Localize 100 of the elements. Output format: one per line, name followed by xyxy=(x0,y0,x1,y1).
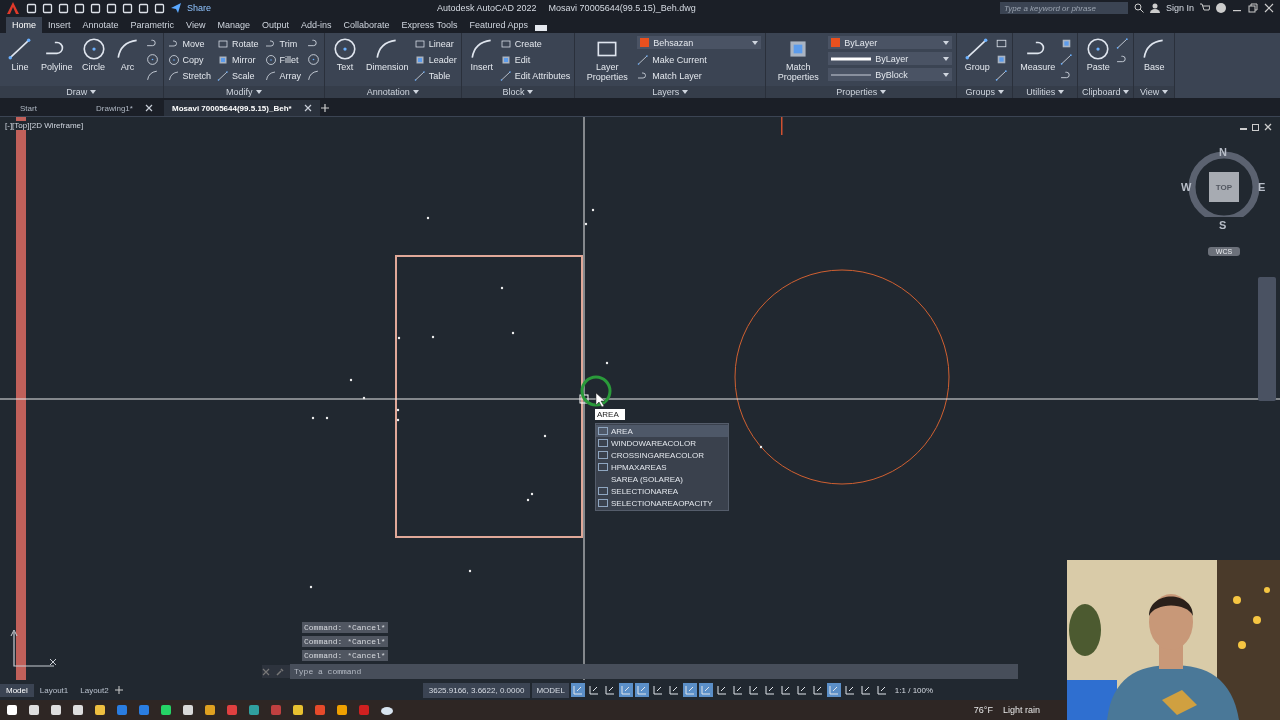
app-logo-icon[interactable] xyxy=(6,2,20,14)
taskbar-app-icon[interactable] xyxy=(72,704,84,716)
tool-button[interactable]: Fillet xyxy=(264,52,302,67)
close-icon[interactable] xyxy=(1264,3,1274,13)
status-toggle-button[interactable] xyxy=(618,683,633,697)
status-toggle-button[interactable] xyxy=(858,683,873,697)
status-toggle-button[interactable] xyxy=(842,683,857,697)
ribbon-tab[interactable]: Manage xyxy=(211,17,256,33)
panel-toggle-icon[interactable] xyxy=(533,23,548,33)
layout-tab[interactable]: Layout2 xyxy=(74,683,115,697)
ribbon-tab[interactable]: Output xyxy=(255,17,295,33)
autocomplete-item[interactable]: HPMAXAREAS xyxy=(596,461,728,473)
status-toggle-button[interactable] xyxy=(810,683,825,697)
taskbar-app-icon[interactable] xyxy=(204,704,216,716)
restore-icon[interactable] xyxy=(1252,123,1260,131)
status-toggle-button[interactable] xyxy=(874,683,889,697)
panel-title[interactable]: Block xyxy=(502,87,525,97)
ribbon-tab[interactable]: Add-ins xyxy=(295,17,338,33)
taskbar-app-icon[interactable] xyxy=(28,704,40,716)
compass-west[interactable]: W xyxy=(1181,181,1192,193)
tool-button[interactable]: Make Current xyxy=(637,52,762,67)
autocomplete-item[interactable]: AREA xyxy=(596,425,728,437)
ribbon-tab[interactable]: Home xyxy=(6,17,42,33)
annotation-scale[interactable]: 1:1 / 100% xyxy=(894,685,934,695)
status-toggle-button[interactable] xyxy=(730,683,745,697)
status-toggle-button[interactable] xyxy=(682,683,697,697)
tool-button[interactable]: Match Properties xyxy=(770,35,827,83)
tool-button[interactable]: Line xyxy=(4,35,36,73)
tool-button[interactable]: Group xyxy=(961,35,994,73)
status-toggle-button[interactable] xyxy=(762,683,777,697)
tool-button[interactable]: Layer Properties xyxy=(579,35,636,83)
layout-tab[interactable]: Layout1 xyxy=(33,683,75,697)
sign-in-link[interactable]: Sign In xyxy=(1165,3,1194,13)
tool-button[interactable]: Arc xyxy=(111,35,144,73)
tool-button[interactable]: Mirror xyxy=(217,52,259,67)
taskbar-app-icon[interactable] xyxy=(94,704,106,716)
taskbar-app-icon[interactable] xyxy=(336,704,348,716)
property-dropdown[interactable]: Behsazan xyxy=(637,36,762,49)
viewport-label[interactable]: [-][Top][2D Wireframe] xyxy=(4,121,85,130)
taskbar-app-icon[interactable] xyxy=(160,704,172,716)
autocomplete-item[interactable]: CROSSINGAREACOLOR xyxy=(596,449,728,461)
tool-button[interactable]: Array xyxy=(264,68,302,83)
taskbar-app-icon[interactable] xyxy=(6,704,18,716)
tool-button[interactable]: Leader xyxy=(413,52,457,67)
tool-button[interactable]: Measure xyxy=(1017,35,1059,73)
tool-button[interactable]: Paste xyxy=(1082,35,1115,73)
taskbar-app-icon[interactable] xyxy=(292,704,304,716)
tool-button[interactable]: Dimension xyxy=(363,35,412,73)
autocomplete-item[interactable]: SELECTIONAREA xyxy=(596,485,728,497)
model-space-button[interactable]: MODEL xyxy=(532,682,569,698)
search-field[interactable]: Type a keyword or phrase xyxy=(999,2,1128,14)
close-icon[interactable] xyxy=(1264,123,1272,131)
tool-button[interactable]: Table xyxy=(413,68,457,83)
command-line-field[interactable]: Type a command xyxy=(290,664,1018,679)
ribbon-tab[interactable]: Featured Apps xyxy=(463,17,534,33)
plus-icon[interactable] xyxy=(114,686,123,694)
tool-button[interactable]: Copy xyxy=(167,52,212,67)
ribbon-tab[interactable]: View xyxy=(180,17,212,33)
tool-button[interactable]: Text xyxy=(329,35,362,73)
tool-button[interactable]: Circle xyxy=(77,35,110,73)
status-toggle-button[interactable] xyxy=(634,683,649,697)
share-link[interactable]: Share xyxy=(187,3,212,13)
tool-button[interactable]: Trim xyxy=(264,36,302,51)
tool-button[interactable]: Scale xyxy=(217,68,259,83)
status-toggle-button[interactable] xyxy=(794,683,809,697)
autocomplete-item[interactable]: SELECTIONAREAOPACITY xyxy=(596,497,728,509)
tool-button[interactable]: Insert xyxy=(465,35,498,73)
tool-button[interactable]: Base xyxy=(1138,35,1171,73)
wrench-icon[interactable] xyxy=(276,667,284,676)
ribbon-tab[interactable]: Parametric xyxy=(124,17,181,33)
status-toggle-button[interactable] xyxy=(586,683,601,697)
document-tab[interactable]: Start xyxy=(12,100,88,116)
property-dropdown[interactable]: ByBlock xyxy=(828,68,953,81)
status-toggle-button[interactable] xyxy=(746,683,761,697)
tool-button[interactable]: Polyline xyxy=(38,35,76,73)
tool-button[interactable]: Create xyxy=(499,36,571,51)
document-tab[interactable]: Mosavi 70005644(99.5.15)_Beh* xyxy=(164,100,320,116)
ribbon-tab[interactable]: Express Tools xyxy=(395,17,464,33)
status-toggle-button[interactable] xyxy=(570,683,585,697)
property-dropdown[interactable]: ByLayer xyxy=(828,36,953,49)
restore-icon[interactable] xyxy=(1248,3,1258,13)
tool-button[interactable]: Match Layer xyxy=(637,68,762,83)
status-toggle-button[interactable] xyxy=(698,683,713,697)
status-toggle-button[interactable] xyxy=(826,683,841,697)
autocomplete-item[interactable]: SAREA (SOLAREA) xyxy=(596,473,728,485)
property-dropdown[interactable]: ByLayer xyxy=(828,52,953,65)
ribbon-tab[interactable]: Collaborate xyxy=(337,17,396,33)
status-toggle-button[interactable] xyxy=(650,683,665,697)
layout-tab[interactable]: Model xyxy=(0,683,34,697)
document-tab[interactable]: Drawing1* xyxy=(88,100,164,116)
compass-north[interactable]: N xyxy=(1219,146,1227,158)
status-toggle-button[interactable] xyxy=(778,683,793,697)
autocomplete-item[interactable]: WINDOWAREACOLOR xyxy=(596,437,728,449)
command-input[interactable]: AREA xyxy=(595,409,625,420)
status-toggle-button[interactable] xyxy=(602,683,617,697)
tool-button[interactable]: Stretch xyxy=(167,68,212,83)
tool-button[interactable]: Edit xyxy=(499,52,571,67)
tool-button[interactable]: Edit Attributes xyxy=(499,68,571,83)
panel-title[interactable]: Properties xyxy=(836,87,878,97)
ribbon-tab[interactable]: Insert xyxy=(42,17,77,33)
